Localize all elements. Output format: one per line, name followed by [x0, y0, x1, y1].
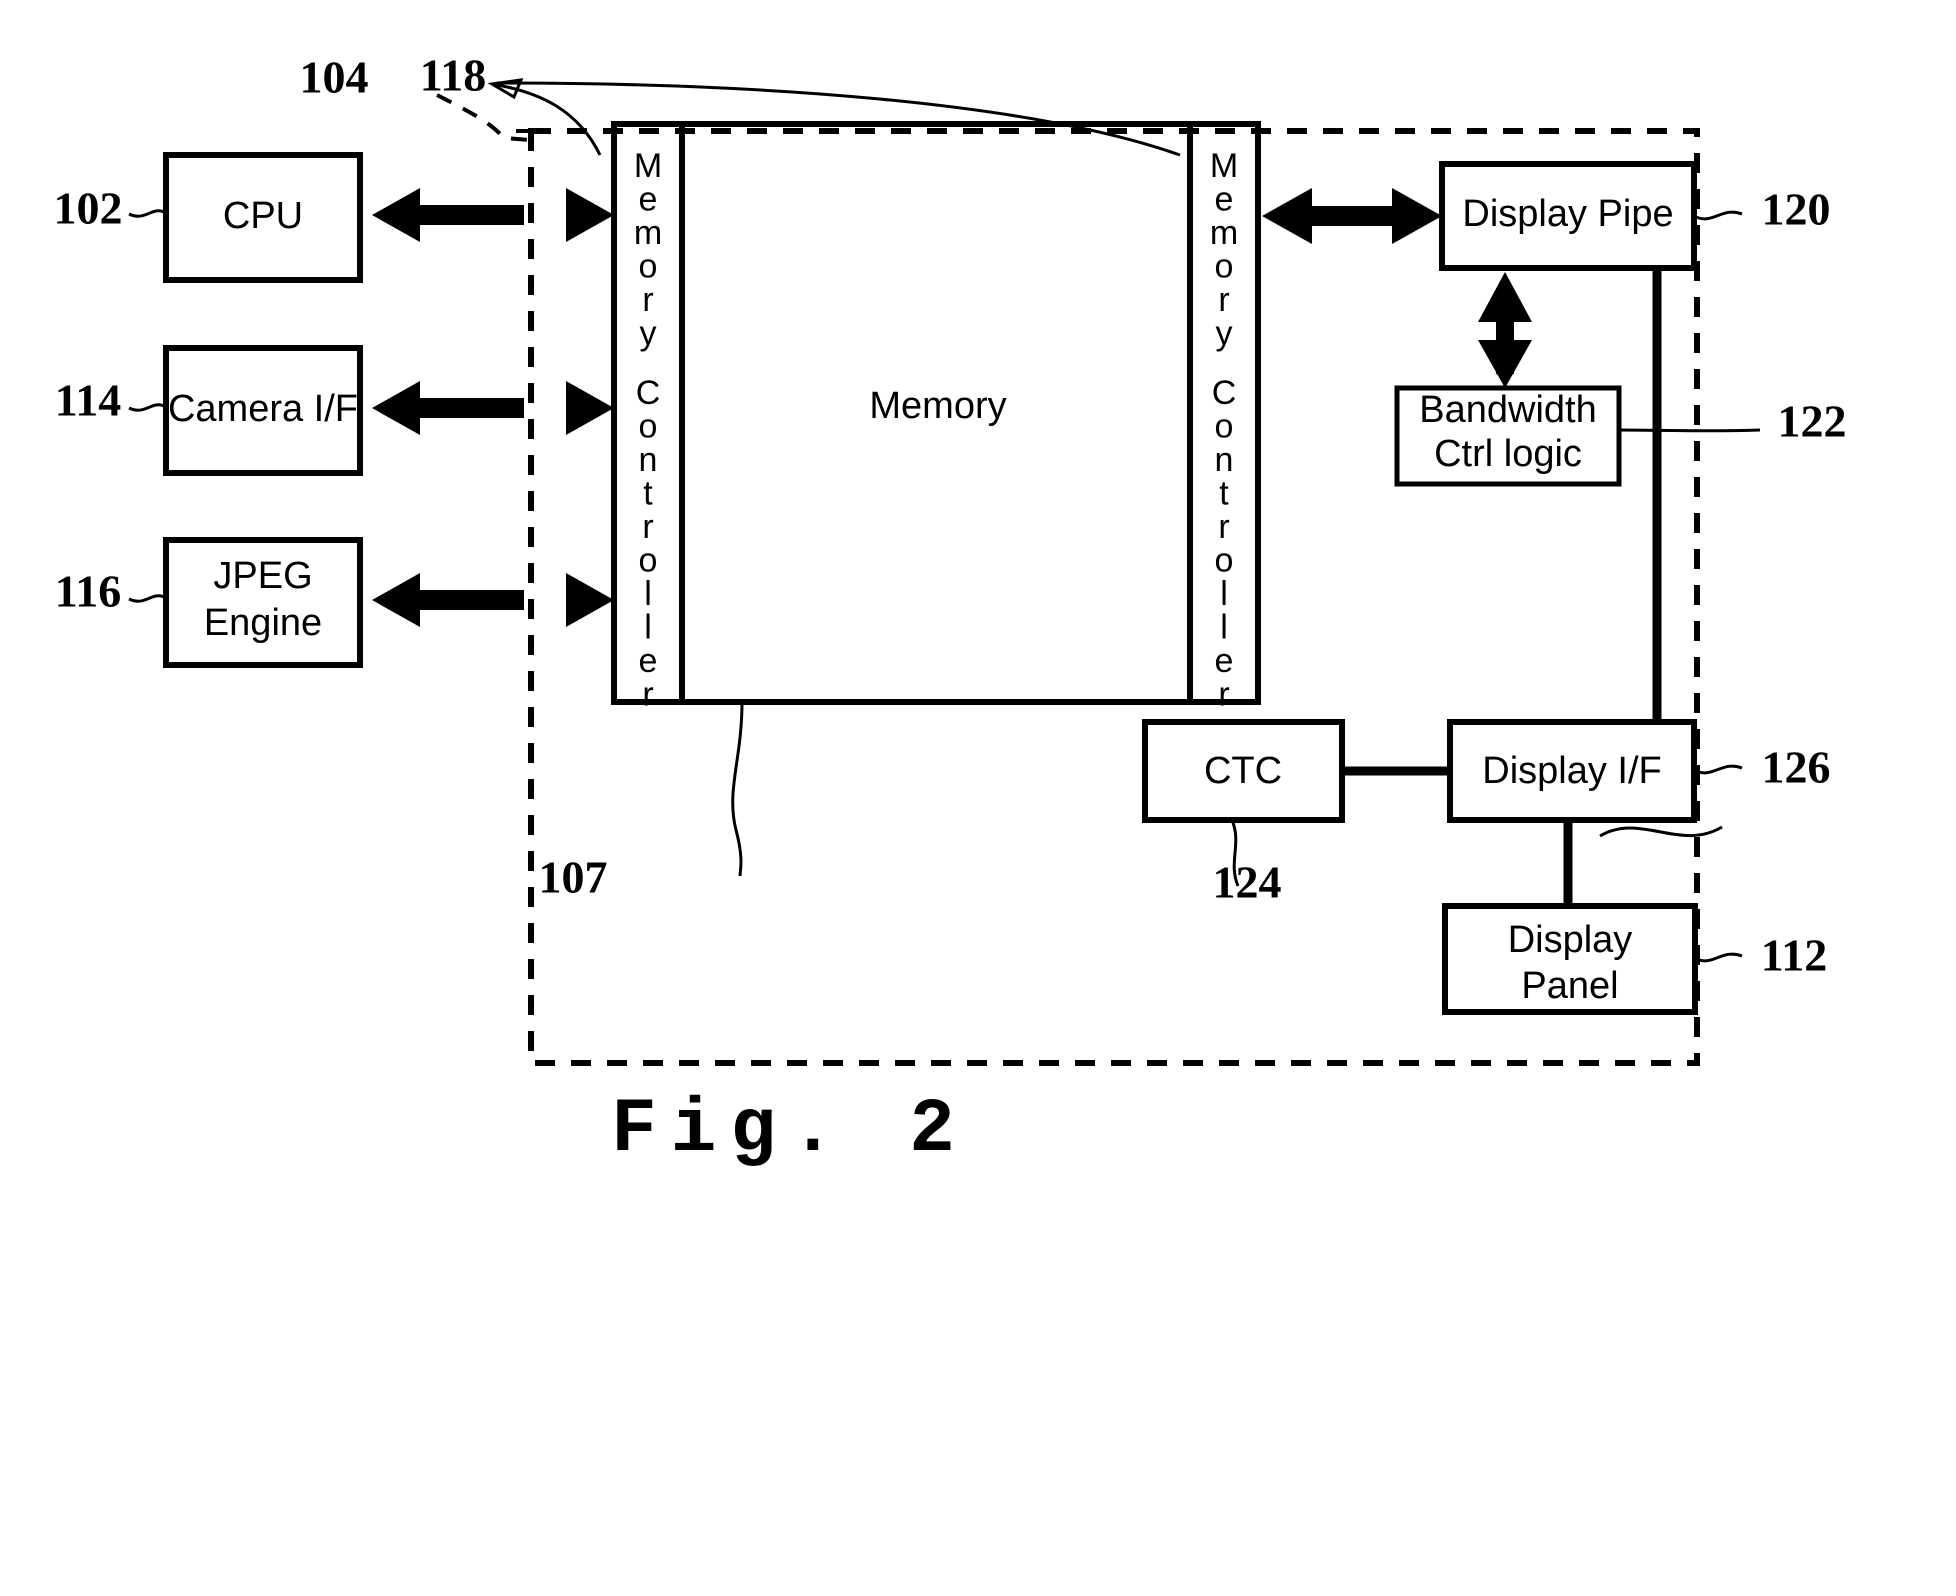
arrow-jpeg-to-memory — [372, 573, 614, 627]
memory-controller-letter: l — [644, 575, 652, 613]
jpeg-engine-label-line1: JPEG — [213, 555, 312, 597]
leader-118-right — [496, 81, 1181, 157]
ref-107: 107 — [539, 852, 608, 903]
memory-controller-letter: o — [1215, 407, 1234, 445]
leader-102 — [128, 209, 167, 218]
memory-controller-letter: r — [642, 508, 653, 546]
display-panel-label-line1: Display — [1508, 919, 1633, 961]
bandwidth-ctrl-label-line1: Bandwidth — [1419, 389, 1596, 431]
figure-caption: Fig. 2 — [611, 1087, 969, 1173]
ref-112: 112 — [1761, 930, 1827, 981]
ref-102: 102 — [54, 183, 123, 234]
memory-controller-letter: e — [1215, 180, 1234, 218]
leader-122-line — [1618, 428, 1761, 433]
memory-controller-letter: t — [643, 474, 653, 512]
memory-controller-left-label: MemoryController — [634, 147, 662, 714]
memory-controller-letter: C — [1212, 374, 1237, 412]
ref-124: 124 — [1213, 857, 1282, 908]
memory-controller-letter: C — [636, 374, 661, 412]
memory-controller-letter: o — [639, 247, 658, 285]
memory-controller-letter: o — [1215, 541, 1234, 579]
memory-controller-letter: r — [642, 281, 653, 319]
memory-controller-letter: r — [1218, 675, 1229, 713]
memory-controller-right-label: MemoryController — [1210, 147, 1238, 714]
ref-120: 120 — [1762, 184, 1831, 235]
memory-controller-letter: o — [1215, 247, 1234, 285]
leader-112 — [1694, 952, 1743, 963]
memory-controller-letter: e — [639, 180, 658, 218]
memory-controller-letter: l — [1220, 608, 1228, 646]
ctc-label: CTC — [1204, 750, 1282, 792]
patent-figure: CPU Camera I/F JPEG Engine Memory Displa… — [0, 0, 1956, 1596]
arrow-cpu-to-memory — [372, 188, 614, 242]
memory-controller-letter: r — [642, 675, 653, 713]
memory-controller-letter: n — [1215, 441, 1234, 479]
leader-107 — [731, 701, 744, 877]
memory-controller-letter: e — [639, 642, 658, 680]
camera-if-label: Camera I/F — [168, 388, 358, 430]
memory-controller-letter: e — [1215, 642, 1234, 680]
memory-controller-letter: r — [1218, 508, 1229, 546]
memory-controller-letter: o — [639, 407, 658, 445]
memory-controller-letter: l — [1220, 575, 1228, 613]
ref-122: 122 — [1778, 396, 1847, 447]
memory-controller-letter: M — [1210, 147, 1238, 185]
display-pipe-label: Display Pipe — [1462, 193, 1673, 235]
memory-controller-letter: n — [639, 441, 658, 479]
memory-controller-letter: t — [1219, 474, 1229, 512]
ref-126: 126 — [1762, 742, 1831, 793]
memory-controller-letter: o — [639, 541, 658, 579]
memory-controller-letter: m — [1210, 214, 1238, 252]
arrow-memory-to-display-pipe — [1262, 188, 1442, 244]
ref-116: 116 — [55, 566, 121, 617]
ref-104: 104 — [300, 52, 369, 103]
leader-120 — [1693, 210, 1743, 221]
memory-controller-letter: l — [644, 608, 652, 646]
arrow-camera-to-memory — [372, 381, 614, 435]
ref-118: 118 — [420, 50, 486, 101]
memory-controller-letter: r — [1218, 281, 1229, 319]
leader-126 — [1693, 764, 1743, 775]
display-if-label: Display I/F — [1482, 750, 1661, 792]
bandwidth-ctrl-label-line2: Ctrl logic — [1434, 433, 1582, 475]
jpeg-engine-label-line2: Engine — [204, 602, 322, 644]
ref-114: 114 — [55, 375, 121, 426]
leader-116 — [128, 594, 167, 603]
leader-104 — [436, 93, 532, 142]
memory-controller-letter: M — [634, 147, 662, 185]
memory-controller-letter: y — [640, 314, 657, 352]
memory-controller-letter: m — [634, 214, 662, 252]
memory-label: Memory — [869, 385, 1006, 427]
memory-controller-letter: y — [1216, 314, 1233, 352]
leader-114 — [128, 403, 167, 412]
leader-122 — [1599, 825, 1723, 838]
cpu-label: CPU — [223, 195, 303, 237]
display-panel-label-line2: Panel — [1521, 965, 1618, 1007]
arrow-display-pipe-to-bandwidth — [1478, 272, 1532, 388]
block-diagram-canvas: CPU Camera I/F JPEG Engine Memory Displa… — [54, 50, 1847, 1174]
